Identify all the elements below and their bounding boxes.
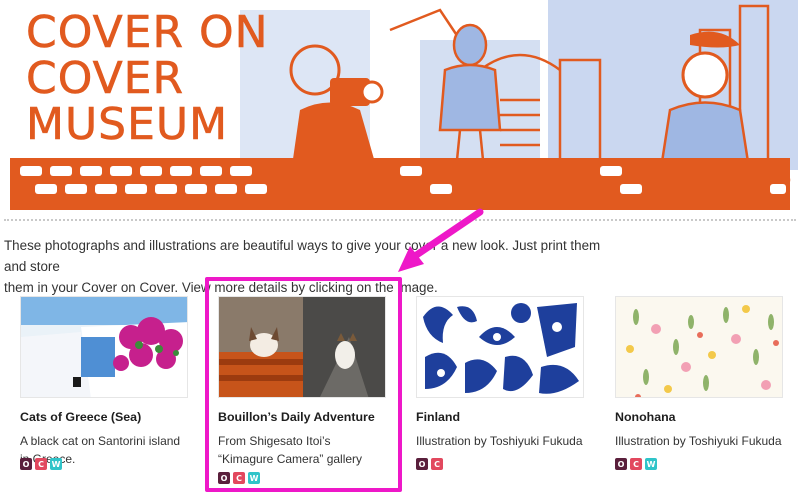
arrow-icon	[398, 208, 484, 272]
